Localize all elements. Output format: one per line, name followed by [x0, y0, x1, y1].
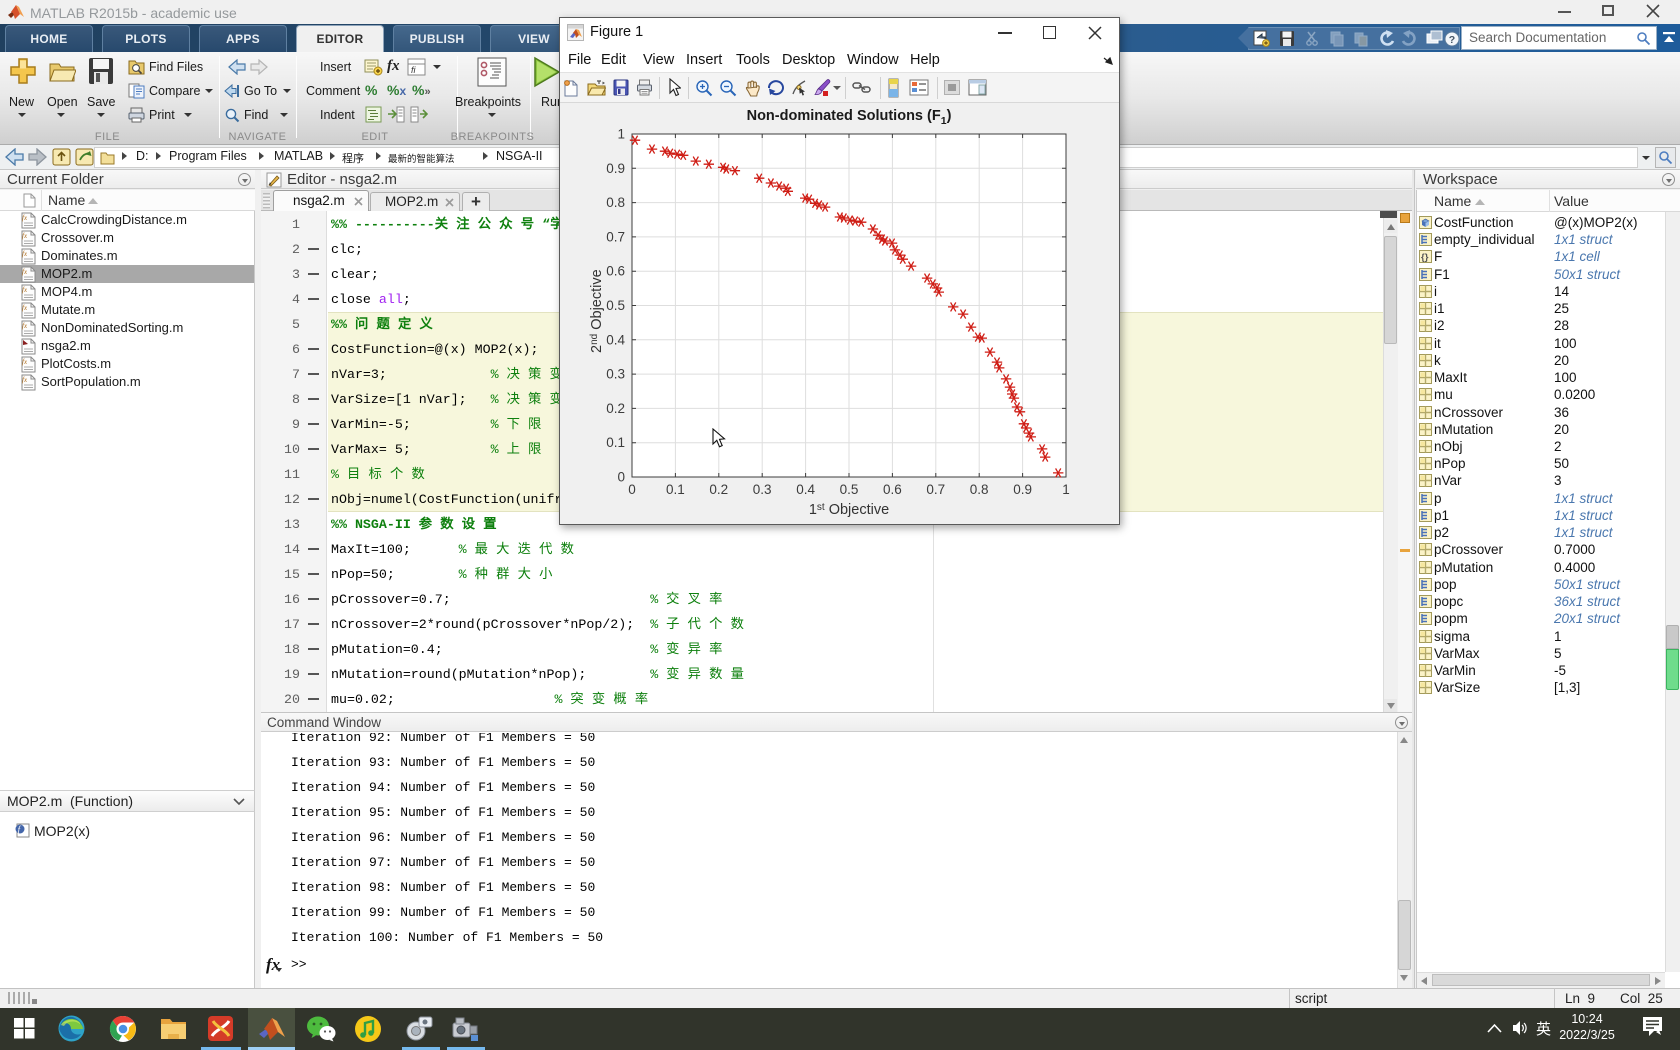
svg-text:0.4: 0.4 — [796, 482, 815, 497]
svg-text:1: 1 — [1062, 482, 1070, 497]
svg-text:{}: {} — [1421, 252, 1429, 263]
svg-text:0.1: 0.1 — [666, 482, 685, 497]
svg-text:fx: fx — [22, 376, 28, 384]
svg-text:fx: fx — [22, 358, 28, 366]
svg-text:1: 1 — [617, 127, 625, 142]
svg-text:0.4: 0.4 — [606, 332, 625, 347]
svg-text:0: 0 — [617, 470, 625, 485]
svg-text:fx: fx — [22, 286, 28, 294]
svg-text:0.8: 0.8 — [970, 482, 989, 497]
svg-text:0.7: 0.7 — [606, 229, 625, 244]
svg-text:fx: fx — [22, 304, 28, 312]
svg-text:0.9: 0.9 — [1013, 482, 1032, 497]
svg-text:0.2: 0.2 — [709, 482, 728, 497]
svg-text:0.5: 0.5 — [840, 482, 859, 497]
svg-text:0.8: 0.8 — [606, 195, 625, 210]
svg-text:fx: fx — [22, 250, 28, 258]
svg-text:fx: fx — [22, 214, 28, 222]
svg-text:fx: fx — [22, 268, 28, 276]
svg-text:0.3: 0.3 — [753, 482, 772, 497]
svg-text:0.2: 0.2 — [606, 401, 625, 416]
svg-text:0.6: 0.6 — [606, 264, 625, 279]
svg-text:0.1: 0.1 — [606, 435, 625, 450]
svg-text:0.9: 0.9 — [606, 161, 625, 176]
svg-text:?: ? — [1449, 34, 1455, 46]
svg-text:fx: fx — [22, 322, 28, 330]
svg-text:0: 0 — [628, 482, 636, 497]
svg-text:0.7: 0.7 — [926, 482, 945, 497]
svg-text:0.5: 0.5 — [606, 298, 625, 313]
svg-text:0.3: 0.3 — [606, 367, 625, 382]
svg-text:0.6: 0.6 — [883, 482, 902, 497]
svg-text:fx: fx — [22, 232, 28, 240]
